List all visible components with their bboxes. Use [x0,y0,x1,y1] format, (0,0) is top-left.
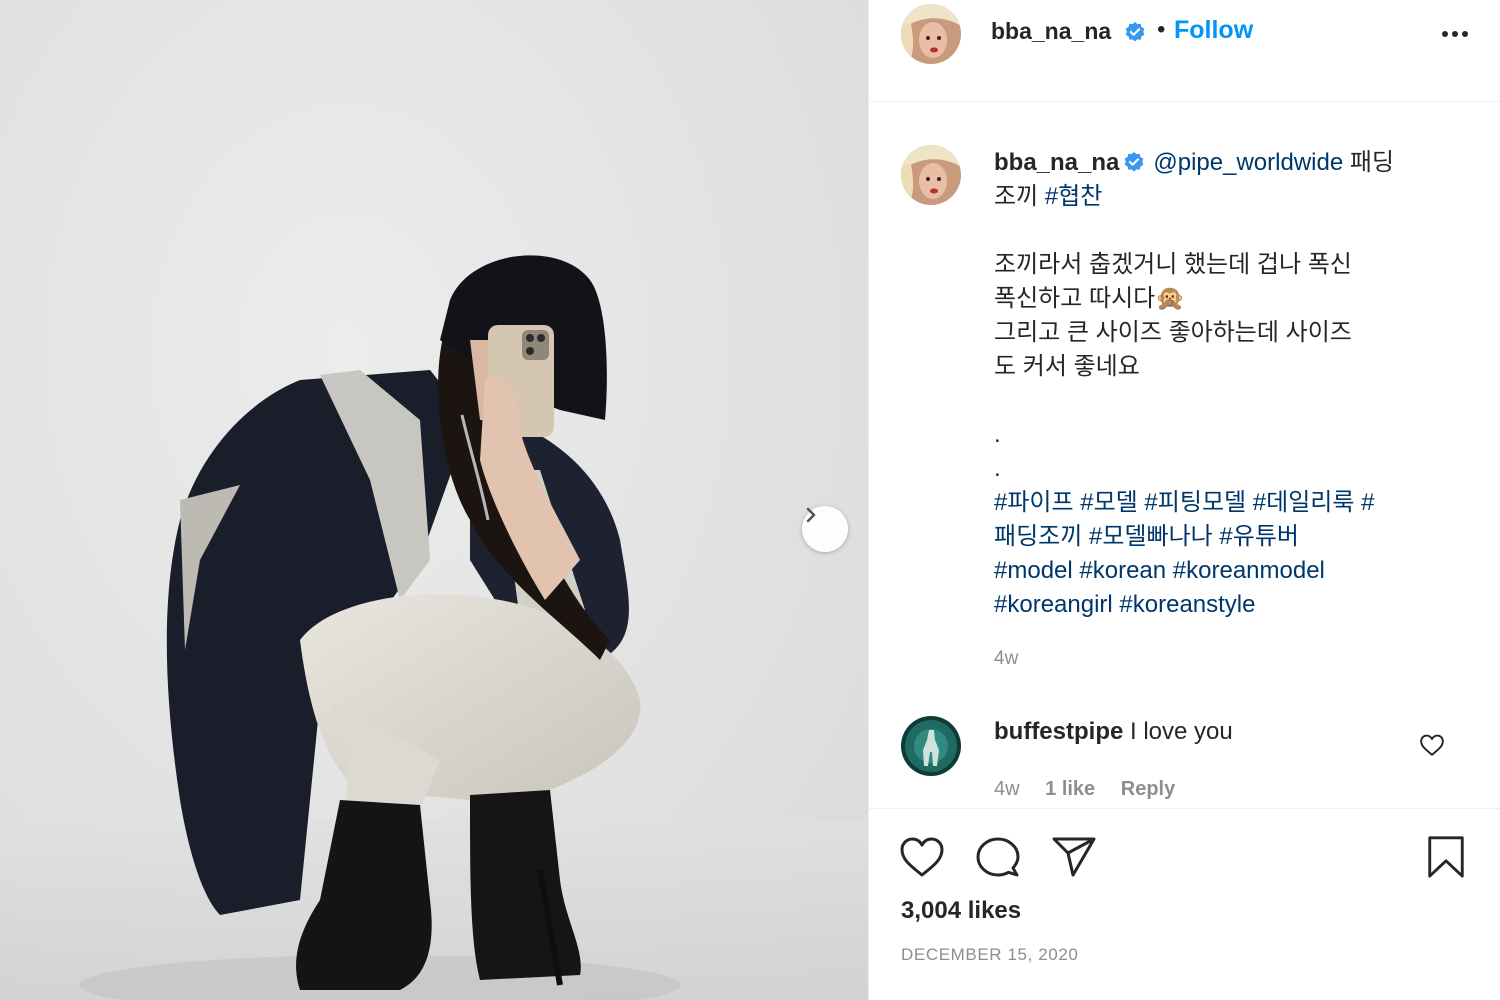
avatar[interactable] [901,716,961,776]
mention-link[interactable]: @pipe_worldwide [1153,149,1343,176]
hashtag-line[interactable]: #파이프 #모델 #피팅모델 #데일리룩 # [994,486,1454,520]
hashtag-line[interactable]: #koreangirl #koreanstyle [994,588,1454,622]
comment-timestamp[interactable]: 4w [994,778,1020,800]
heart-icon[interactable] [899,835,945,879]
post-actions: 3,004 likes DECEMBER 15, 2020 [869,808,1500,1000]
caption-blank-line [994,384,1454,418]
post-photo [0,0,868,1000]
bookmark-icon[interactable] [1425,835,1467,879]
hashtag-line[interactable]: 패딩조끼 #모델빠나나 #유튜버 [994,520,1454,554]
hashtag-line[interactable]: #model #korean #koreanmodel [994,554,1454,588]
profile-picture [901,145,961,205]
caption-dot: . [994,455,1001,482]
caption-line: 조끼 #협찬 [994,180,1454,214]
comment-text: I love you [1130,718,1233,745]
separator-dot: • [1157,16,1166,43]
next-photo-button[interactable] [802,506,848,552]
comment: buffestpipe I love you [994,718,1233,746]
caption-text: 조끼 [994,183,1045,210]
verified-badge-icon [1125,21,1145,42]
post-caption: bba_na_na @pipe_worldwide 패딩 조끼 #협찬 조끼라서 … [994,146,1454,622]
caption-text: 패딩 [1343,149,1395,176]
comment-icon[interactable] [975,835,1021,879]
caption-blank-line [994,214,1454,248]
caption-line: 조끼라서 춥겠거니 했는데 겁나 폭신 [994,251,1352,278]
caption-line: bba_na_na @pipe_worldwide 패딩 [994,146,1454,180]
comment-like-count[interactable]: 1 like [1045,778,1095,800]
avatar[interactable] [901,4,961,64]
reply-button[interactable]: Reply [1121,778,1175,800]
post-photo-illustration [0,255,868,1000]
post-details-panel: bba_na_na • Follow bba_na_na @pipe_worldw… [868,0,1500,1000]
heart-icon[interactable] [1419,733,1445,757]
caption-username[interactable]: bba_na_na [994,149,1119,176]
caption-timestamp[interactable]: 4w [994,648,1018,670]
post-header: bba_na_na • Follow [869,0,1500,102]
more-options-icon[interactable] [1437,20,1473,44]
verified-badge-icon [1125,151,1144,172]
post-date[interactable]: DECEMBER 15, 2020 [901,945,1078,965]
post-author-username[interactable]: bba_na_na [991,18,1111,45]
caption-line: 그리고 큰 사이즈 좋아하는데 사이즈 [994,319,1352,346]
caption-line: 폭신하고 따시다🙊 [994,285,1186,312]
avatar[interactable] [901,145,961,205]
like-count[interactable]: 3,004 likes [901,897,1021,925]
hashtag-link[interactable]: #협찬 [1045,183,1103,210]
comment-username[interactable]: buffestpipe [994,718,1123,745]
comment-meta: 4w 1 like Reply [994,778,1195,801]
caption-line: 도 커서 좋네요 [994,353,1140,380]
caption-dot: . [994,421,1001,448]
share-icon[interactable] [1051,835,1097,879]
follow-button[interactable]: Follow [1174,16,1253,45]
profile-picture [901,4,961,64]
commenter-profile-picture [901,716,961,776]
chevron-right-icon [806,507,816,523]
